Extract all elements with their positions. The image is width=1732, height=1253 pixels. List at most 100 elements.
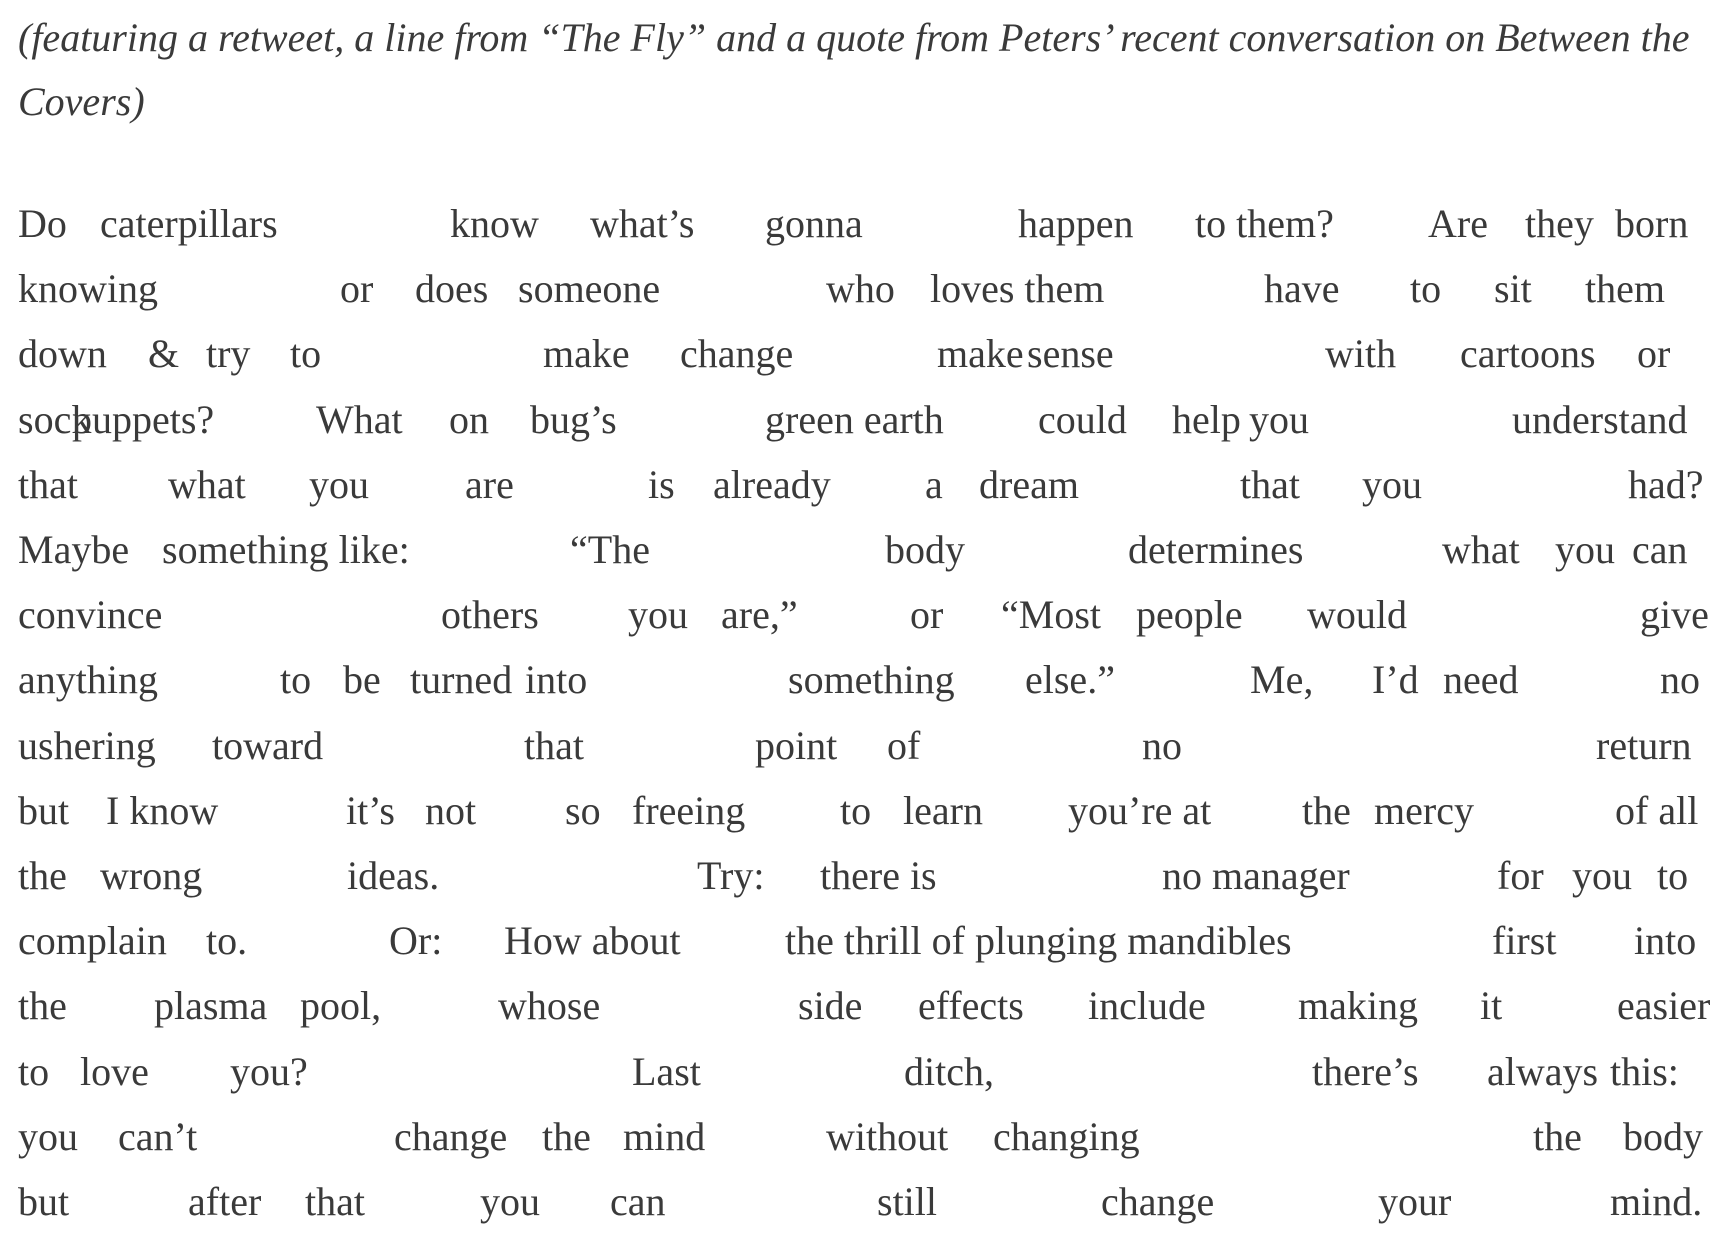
poem-word: change <box>680 331 794 377</box>
poem-word: Do <box>18 201 67 246</box>
poem-word: of <box>887 722 921 768</box>
poem-word: changing <box>993 1113 1140 1159</box>
poem-word: that <box>524 722 584 768</box>
poem-word: that <box>305 1179 365 1224</box>
poem-word: had? <box>1628 461 1704 507</box>
poem-word: “The <box>570 527 650 572</box>
poem-word: into <box>525 657 588 703</box>
poem-word: first <box>1492 918 1557 964</box>
poem-word: help <box>1172 396 1241 442</box>
poem-word: bug’s <box>530 396 617 442</box>
poem-word: ditch, <box>904 1048 994 1094</box>
poem-word: easier <box>1617 983 1711 1029</box>
poem-word: the <box>18 983 67 1029</box>
poem-word: already <box>713 461 831 507</box>
poem-word: could <box>1038 396 1127 442</box>
poem-word: & <box>148 331 180 377</box>
poem-word: the <box>542 1113 591 1159</box>
poem-word: effects <box>918 983 1024 1029</box>
poem-word: mind. <box>1610 1179 1703 1224</box>
poem-word: making <box>1298 983 1418 1029</box>
poem-word: can <box>610 1179 666 1224</box>
poem-word: Are <box>1428 201 1488 246</box>
poem-word: are <box>465 461 514 507</box>
poem-word: Last <box>632 1048 701 1094</box>
poem-word: others <box>441 592 539 638</box>
poem-word: puppets? <box>72 396 215 442</box>
poem-word: loves them <box>930 266 1105 312</box>
poem-word: for <box>1497 853 1544 898</box>
poem-word: wrong <box>100 853 203 898</box>
poem-word: side <box>798 983 863 1029</box>
poem-word: what <box>1442 527 1520 572</box>
poem-word: the <box>18 853 67 898</box>
poem-word: into <box>1634 918 1697 964</box>
poem-word: give <box>1640 592 1709 638</box>
poem-word: include <box>1088 983 1206 1029</box>
poem-word: body <box>1623 1113 1703 1159</box>
poem-word: anything <box>18 657 158 703</box>
poem-word: you <box>18 1113 78 1159</box>
poem-word: plasma <box>154 983 268 1029</box>
poem-word: What <box>316 396 403 442</box>
poem-word: pool, <box>300 983 382 1029</box>
poem-word: or <box>910 592 944 638</box>
poem-word: love <box>80 1048 149 1094</box>
poem-word: I know <box>106 787 219 833</box>
poem-word: green earth <box>765 396 944 442</box>
poem-word: born <box>1615 201 1689 246</box>
poem-word: be <box>343 657 381 703</box>
poem-word: the <box>1302 787 1351 833</box>
poem-word: make <box>937 331 1024 377</box>
poem-word: the thrill of plunging mandibles <box>785 918 1292 964</box>
poem-word: mercy <box>1374 787 1474 833</box>
poem-word: happen <box>1018 201 1134 246</box>
poem-word: convince <box>18 592 163 638</box>
poem-word: whose <box>498 983 601 1029</box>
poem-body: Do caterpillars know what’s gonna happen to th… <box>0 0 1732 1253</box>
poem-word: have <box>1264 266 1340 312</box>
poem-word: turned <box>410 657 513 703</box>
poem-word: make <box>543 331 630 377</box>
poem-word: people <box>1136 592 1243 638</box>
poem-word: no manager <box>1162 853 1350 898</box>
poem-word: need <box>1443 657 1519 703</box>
poem-word: gonna <box>765 201 863 246</box>
poem-word: mind <box>623 1113 706 1159</box>
poem-word: you <box>1555 527 1615 572</box>
poem-word: to <box>280 657 312 703</box>
poem-word: understand <box>1512 396 1688 442</box>
poem-word: toward <box>212 722 324 768</box>
poem-word: you’re at <box>1068 787 1212 833</box>
poem-word: sense <box>1027 331 1114 377</box>
poem-word: try <box>206 331 251 377</box>
poem-word: are,” <box>721 592 798 638</box>
poem-word: complain <box>18 918 167 964</box>
poem-word: “Most <box>1001 592 1101 638</box>
poem-word: point <box>755 722 838 768</box>
poem-word: body <box>885 527 965 572</box>
poem-word: Me, <box>1250 657 1314 703</box>
poem-word: change <box>1101 1179 1215 1224</box>
poem-word: it’s <box>346 787 395 833</box>
poem-word: still <box>877 1179 938 1224</box>
poem-word: to <box>290 331 322 377</box>
poem-word: what <box>168 461 246 507</box>
poem-word: you <box>1362 461 1422 507</box>
poem-word: return <box>1596 722 1692 768</box>
poem-word: to. <box>206 918 248 964</box>
poem-word: the <box>1533 1113 1582 1159</box>
poem-word: it <box>1480 983 1503 1029</box>
poem-word: you <box>628 592 688 638</box>
poem-word: on <box>449 396 489 442</box>
poem-word: you <box>1249 396 1309 442</box>
poem-word: does <box>415 266 489 312</box>
poem-word: a <box>925 461 943 507</box>
poem-word: with <box>1325 331 1397 377</box>
poem-word: but <box>18 1179 70 1224</box>
poem-word: Maybe <box>18 527 130 572</box>
poem-word: there’s <box>1312 1048 1419 1094</box>
poem-page: (featuring a retweet, a line from “The F… <box>0 0 1732 1253</box>
poem-word: I’d <box>1372 657 1419 703</box>
poem-word: can <box>1632 527 1688 572</box>
